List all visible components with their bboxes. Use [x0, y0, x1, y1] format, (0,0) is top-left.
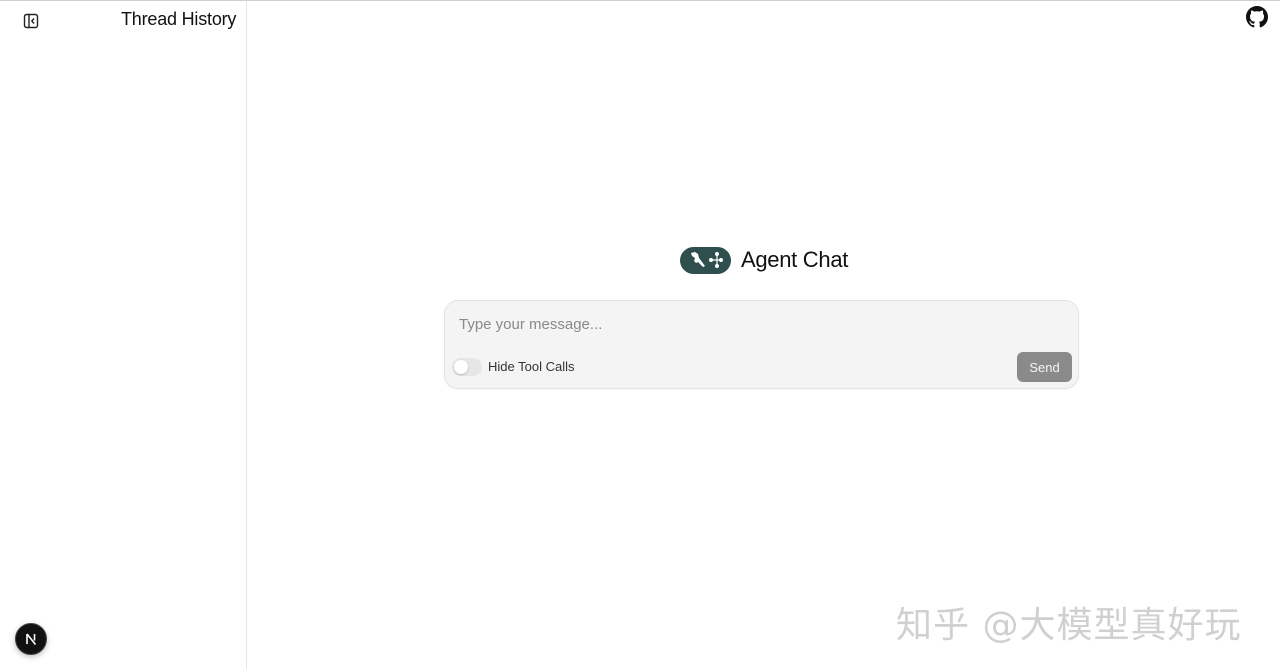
langgraph-logo-icon [680, 246, 731, 274]
hide-tool-calls-toggle[interactable] [452, 358, 482, 376]
message-input[interactable] [457, 311, 1061, 337]
app-title: Agent Chat [741, 247, 849, 272]
github-icon[interactable] [1246, 6, 1268, 28]
send-button[interactable]: Send [1017, 352, 1072, 382]
thread-history-sidebar: Thread History [0, 1, 247, 669]
watermark: 知乎 @大模型真好玩 [896, 605, 1242, 646]
nextjs-dev-badge[interactable] [15, 623, 47, 655]
brand-header: Agent Chat [680, 246, 848, 274]
hide-tool-calls-label[interactable]: Hide Tool Calls [488, 359, 574, 374]
toggle-knob [454, 360, 468, 374]
sidebar-title: Thread History [121, 9, 237, 29]
message-composer: Hide Tool Calls Send [444, 300, 1079, 389]
panel-left-close-icon[interactable] [20, 10, 42, 32]
nextjs-logo-icon [26, 633, 37, 646]
